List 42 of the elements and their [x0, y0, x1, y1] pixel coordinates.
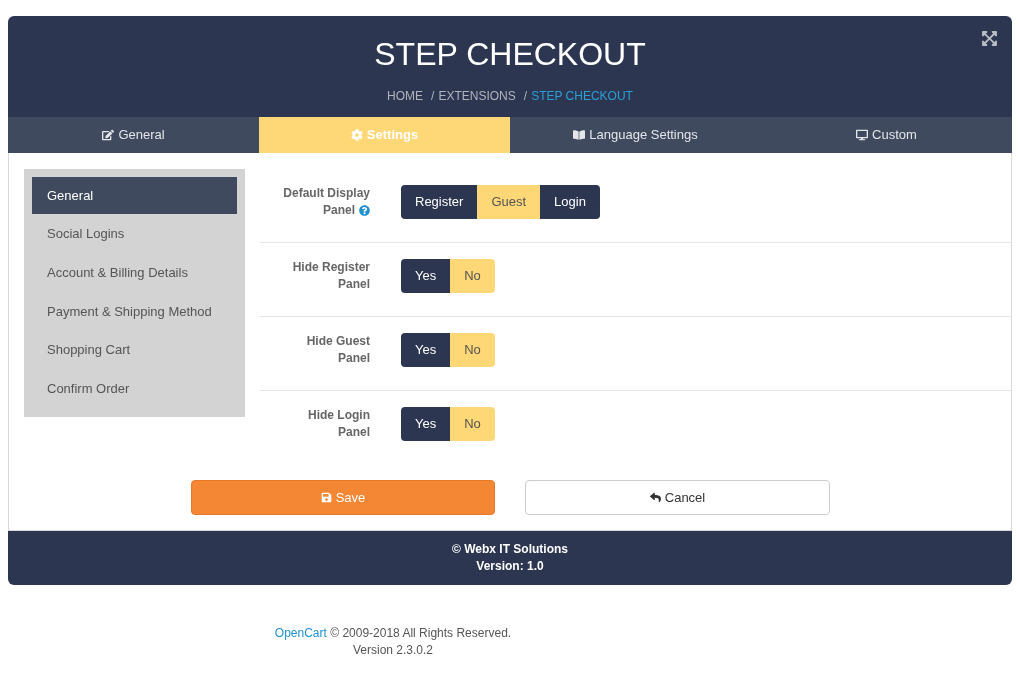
tab[interactable]: Custom	[761, 117, 1012, 153]
toggle-option[interactable]: No	[450, 407, 495, 441]
expand-icon[interactable]	[981, 30, 998, 47]
gear-icon	[350, 129, 363, 141]
save-icon	[320, 492, 332, 503]
tab[interactable]: Language Settings	[510, 117, 761, 153]
toggle-option[interactable]: No	[450, 259, 495, 293]
toggle-option[interactable]: Yes	[401, 407, 451, 441]
version-text: Version: 1.0	[476, 558, 544, 575]
tab[interactable]: General	[8, 117, 259, 153]
setting-label: Hide Login Panel	[307, 407, 370, 441]
breadcrumb-separator: /	[431, 88, 435, 105]
sidebar-item[interactable]: Payment & Shipping Method	[32, 293, 237, 330]
sidebar-item[interactable]: Social Logins	[32, 215, 237, 253]
sidebar-item[interactable]: Account & Billing Details	[32, 254, 237, 291]
breadcrumb-separator: /	[523, 88, 528, 105]
breadcrumb-link[interactable]: STEP CHECKOUT	[531, 87, 633, 105]
toggle-option[interactable]: Register	[401, 185, 478, 219]
setting-label: Default Display Panel	[282, 185, 370, 219]
setting-label: Hide Guest Panel	[305, 333, 370, 367]
setting-label: Hide Register Panel	[291, 259, 370, 293]
edit-icon	[102, 129, 115, 141]
toggle-option[interactable]: Login	[540, 185, 600, 219]
breadcrumb-link[interactable]: EXTENSIONS	[438, 87, 516, 105]
toggle-option[interactable]: Yes	[401, 333, 451, 367]
copyright-text: © Webx IT Solutions	[452, 541, 568, 558]
reply-icon	[649, 492, 661, 503]
version-text: Version 2.3.0.2	[352, 642, 434, 659]
breadcrumb-link[interactable]: HOME	[387, 87, 424, 105]
opencart-link[interactable]: OpenCart	[274, 626, 327, 640]
sidebar-item[interactable]: General	[32, 177, 237, 214]
page-title: STEP CHECKOUT	[374, 35, 646, 74]
monitor-icon	[856, 129, 869, 141]
sidebar-item[interactable]: Shopping Cart	[32, 331, 237, 369]
sidebar-item[interactable]: Confirm Order	[32, 370, 237, 408]
cancel-button[interactable]: Cancel	[525, 480, 830, 515]
toggle-option[interactable]: Yes	[401, 259, 451, 293]
toggle-option[interactable]: Guest	[477, 185, 541, 219]
copyright-notice: OpenCart © 2009-2018 All Rights Reserved.	[274, 625, 512, 642]
toggle-option[interactable]: No	[450, 333, 495, 367]
book-icon	[573, 129, 586, 141]
help-icon[interactable]	[359, 205, 370, 216]
